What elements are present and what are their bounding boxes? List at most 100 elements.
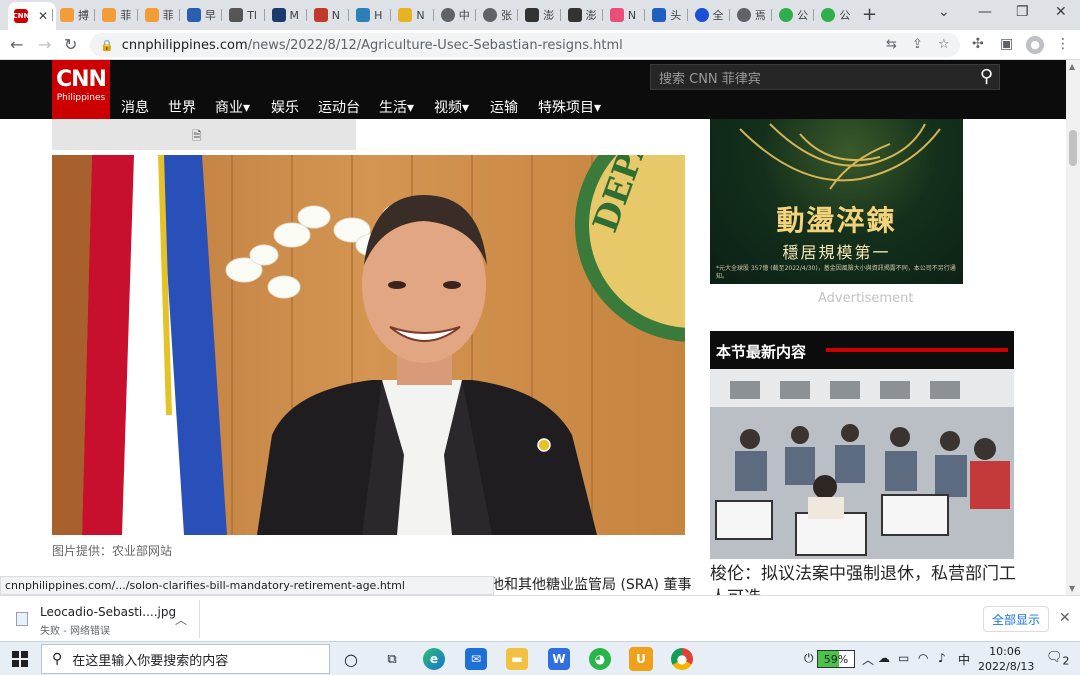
page-scrollbar[interactable]: ▲ ▼ — [1066, 60, 1080, 595]
cortana-circle-icon[interactable]: ○ — [340, 648, 362, 670]
browser-tab[interactable]: 公 — [815, 4, 855, 26]
cnn-philippines-logo[interactable]: CNN Philippines — [52, 60, 110, 119]
browser-tab[interactable]: 公 — [773, 4, 813, 26]
browser-tab[interactable]: 搏 — [54, 4, 94, 26]
battery-indicator[interactable]: 59% — [817, 650, 855, 668]
wps-writer-icon[interactable]: W — [548, 648, 570, 670]
browser-tab[interactable]: 菲 — [139, 4, 179, 26]
scrollbar-thumb[interactable] — [1069, 130, 1077, 166]
chrome-icon[interactable]: ● — [671, 648, 693, 670]
power-plug-icon[interactable]: ⏻ — [804, 651, 814, 666]
wifi-icon[interactable]: ◠ — [918, 651, 928, 665]
cloud-icon[interactable]: ☁ — [878, 651, 890, 665]
advertisement-label: Advertisement — [818, 291, 914, 306]
photo-caption: 图片提供：农业部网站 — [52, 544, 173, 558]
orange-favicon — [60, 8, 74, 22]
orange-favicon — [102, 8, 117, 22]
tab-label: N — [331, 8, 341, 22]
forward-arrow-icon[interactable]: → — [38, 35, 51, 54]
document-icon[interactable]: 🗎 — [192, 127, 202, 148]
show-all-downloads-button[interactable]: 全部显示 — [983, 606, 1049, 632]
browser-tab[interactable]: 澎 — [562, 4, 602, 26]
url-host: cnnphilippines.com — [121, 37, 248, 53]
tab-label: 焉 — [754, 9, 766, 22]
image-file-icon — [16, 612, 28, 626]
nav-news[interactable]: 消息 — [121, 97, 149, 117]
nav-world[interactable]: 世界 — [168, 97, 196, 117]
download-item[interactable]: Leocadio-Sebasti....jpg 失败 - 网络错误 ︿ — [10, 600, 200, 638]
thepaper-favicon — [567, 8, 582, 22]
show-hidden-icons-chevron[interactable]: ︿ — [862, 651, 874, 668]
menu-kebab-icon[interactable]: ⋮ — [1056, 36, 1070, 52]
browser-tab[interactable]: 张 — [477, 4, 517, 26]
windows-start-icon[interactable] — [12, 651, 28, 667]
browser-tab[interactable]: 早 — [181, 4, 221, 26]
taskbar-search-input[interactable]: ⚲ 在这里输入你要搜索的内容 — [41, 644, 330, 674]
extensions-puzzle-icon[interactable]: ✣ — [972, 36, 984, 52]
tab-label: 搏 — [78, 9, 89, 22]
tab-separator — [178, 9, 180, 21]
scroll-down-arrow-icon[interactable]: ▼ — [1069, 584, 1075, 593]
notification-center-icon[interactable]: 🗨2 — [1046, 650, 1069, 668]
browser-tab[interactable]: 焉 — [731, 4, 771, 26]
latest-story-image[interactable] — [710, 369, 1014, 559]
taskbar-app-u-icon[interactable]: U — [629, 647, 653, 671]
nav-transport[interactable]: 运输 — [490, 97, 518, 117]
tab-label: 菲 — [120, 9, 132, 22]
tab-separator — [432, 9, 434, 21]
tab-separator — [390, 9, 392, 21]
browser-tab[interactable]: 中 — [435, 4, 475, 26]
browser-tab[interactable]: 菲 — [96, 4, 136, 26]
side-panel-icon[interactable]: ▣ — [1000, 36, 1013, 52]
file-explorer-icon[interactable]: ▬ — [506, 648, 528, 670]
share-toolbar-strip: 🗎 — [52, 119, 356, 150]
profile-avatar-icon[interactable]: ● — [1026, 36, 1044, 54]
tab-label: 中 — [458, 9, 470, 22]
tab-separator — [728, 9, 730, 21]
nav-business[interactable]: 商业▾ — [215, 97, 250, 117]
close-window-icon[interactable]: ✕ — [1055, 4, 1067, 20]
share-icon[interactable]: ⇪ — [912, 37, 923, 52]
advertisement-banner[interactable]: 動盪淬鍊 穩居規模第一 *元大全球股 357億 (截至2022/4/30)，基金… — [710, 119, 963, 284]
translate-icon[interactable]: ⇆ — [886, 37, 897, 52]
edge-browser-icon[interactable]: e — [423, 648, 445, 670]
mail-icon[interactable]: ✉ — [465, 648, 487, 670]
bookmark-star-icon[interactable]: ☆ — [938, 37, 950, 52]
reload-icon[interactable]: ↻ — [64, 35, 77, 54]
battery-tray-icon[interactable]: ▭ — [898, 651, 909, 665]
nav-sports[interactable]: 运动台 — [318, 97, 360, 117]
browser-tab[interactable]: 头 — [646, 4, 686, 26]
browser-tab[interactable]: H — [350, 4, 390, 26]
browser-tab[interactable]: M — [266, 4, 306, 26]
nav-entertainment[interactable]: 娱乐 — [271, 97, 299, 117]
latest-section-header: 本节最新内容 — [710, 331, 1014, 369]
close-download-bar-icon[interactable]: ✕ — [1059, 610, 1071, 626]
tab-close-icon[interactable]: ✕ — [38, 9, 48, 23]
scroll-up-arrow-icon[interactable]: ▲ — [1069, 62, 1075, 71]
new-tab-button[interactable]: + — [862, 4, 877, 25]
browser-tab[interactable]: 澎 — [519, 4, 559, 26]
tab-search-chevron-icon[interactable]: ⌄ — [938, 4, 950, 20]
search-icon[interactable]: ⚲ — [980, 66, 993, 87]
address-bar[interactable]: 🔒 cnnphilippines.com/news/2022/8/12/Agri… — [90, 33, 960, 57]
wechat-icon[interactable]: ◕ — [589, 648, 611, 670]
colorful-favicon — [609, 8, 624, 22]
site-search-input[interactable]: 搜索 CNN 菲律宾 ⚲ — [650, 64, 1000, 90]
ime-indicator[interactable]: 中 — [958, 651, 970, 668]
browser-tab[interactable]: N — [308, 4, 348, 26]
browser-tab[interactable]: N — [392, 4, 432, 26]
system-clock[interactable]: 10:06 2022/8/13 — [978, 644, 1034, 674]
back-arrow-icon[interactable]: ← — [10, 35, 23, 54]
nav-lifestyle[interactable]: 生活▾ — [379, 97, 414, 117]
chevron-up-icon[interactable]: ︿ — [175, 611, 187, 628]
browser-tab[interactable]: Tl — [223, 4, 263, 26]
minimize-icon[interactable]: — — [978, 4, 992, 20]
browser-tab[interactable]: 全 — [689, 4, 729, 26]
nav-special-projects[interactable]: 特殊项目▾ — [538, 97, 601, 117]
volume-icon[interactable]: ♪ — [938, 651, 946, 665]
task-view-icon[interactable]: ⧉ — [381, 648, 403, 670]
browser-tab[interactable]: N — [604, 4, 644, 26]
nav-videos[interactable]: 视频▾ — [434, 97, 469, 117]
restore-icon[interactable]: ❐ — [1016, 4, 1029, 20]
tab-cnn-active[interactable]: CNN ✕ — [8, 2, 56, 30]
